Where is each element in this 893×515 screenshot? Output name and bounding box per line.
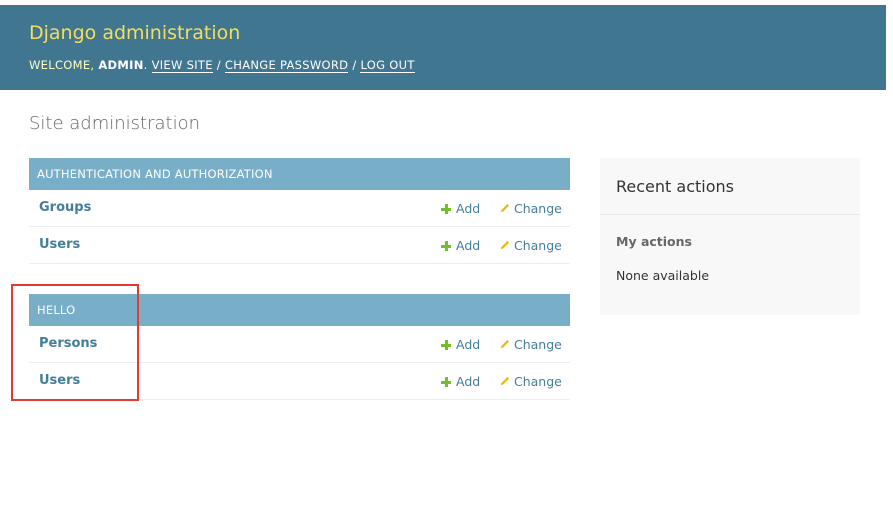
module-caption[interactable]: AUTHENTICATION AND AUTHORIZATION [29,158,570,190]
separator: / [352,58,357,72]
change-button[interactable]: Change [499,337,562,352]
model-link-users[interactable]: Users [39,237,80,252]
window-edge [886,0,893,515]
change-button[interactable]: Change [499,374,562,389]
table-row: Persons Add Change [29,326,570,363]
change-label: Change [514,201,562,216]
my-actions-heading: My actions [616,234,692,249]
add-label: Add [456,374,481,389]
model-link-groups[interactable]: Groups [39,200,91,215]
plus-icon [441,340,451,350]
table-row: Groups Add Change [29,190,570,227]
change-label: Change [514,238,562,253]
change-password-link[interactable]: CHANGE PASSWORD [224,58,349,73]
page-title: Site administration [29,113,201,134]
plus-icon [441,241,451,251]
separator: / [216,58,221,72]
plus-icon [441,377,451,387]
change-label: Change [514,374,562,389]
user-tools: WELCOME, ADMIN. VIEW SITE / CHANGE PASSW… [29,58,415,73]
divider [600,214,860,215]
add-button[interactable]: Add [441,201,480,216]
pencil-icon [500,340,509,349]
pencil-icon [500,241,509,250]
model-link-persons[interactable]: Persons [39,336,97,351]
app-module-auth: AUTHENTICATION AND AUTHORIZATION Groups … [29,158,570,264]
recent-actions-title: Recent actions [616,177,734,196]
pencil-icon [500,377,509,386]
table-row: Users Add Change [29,227,570,264]
add-button[interactable]: Add [441,337,480,352]
module-caption[interactable]: HELLO [29,294,570,326]
change-label: Change [514,337,562,352]
table-row: Users Add Change [29,363,570,400]
site-branding[interactable]: Django administration [29,22,240,44]
recent-actions-panel: Recent actions My actions None available [600,158,860,315]
model-link-users[interactable]: Users [39,373,80,388]
welcome-text: WELCOME, [29,58,95,72]
add-button[interactable]: Add [441,374,480,389]
username: ADMIN [98,58,144,72]
add-label: Add [456,337,481,352]
add-label: Add [456,201,481,216]
add-button[interactable]: Add [441,238,480,253]
change-button[interactable]: Change [499,201,562,216]
site-header: Django administration WELCOME, ADMIN. VI… [0,5,886,90]
add-label: Add [456,238,481,253]
app-module-hello: HELLO Persons Add Change Users Add Chang… [29,294,570,400]
change-button[interactable]: Change [499,238,562,253]
pencil-icon [500,204,509,213]
no-actions-text: None available [616,268,710,283]
view-site-link[interactable]: VIEW SITE [151,58,213,73]
log-out-link[interactable]: LOG OUT [360,58,415,73]
plus-icon [441,204,451,214]
